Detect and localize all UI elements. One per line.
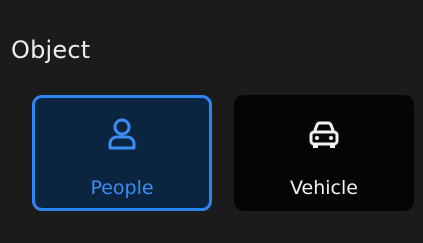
section-title: Object [11, 36, 91, 64]
vehicle-option-label: Vehicle [290, 177, 358, 199]
people-option-label: People [90, 177, 154, 199]
car-icon [309, 121, 339, 148]
vehicle-option-button[interactable]: Vehicle [234, 95, 414, 211]
object-panel: Object People Vehicle [0, 0, 423, 243]
person-icon [108, 118, 136, 150]
people-option-button[interactable]: People [32, 95, 212, 211]
